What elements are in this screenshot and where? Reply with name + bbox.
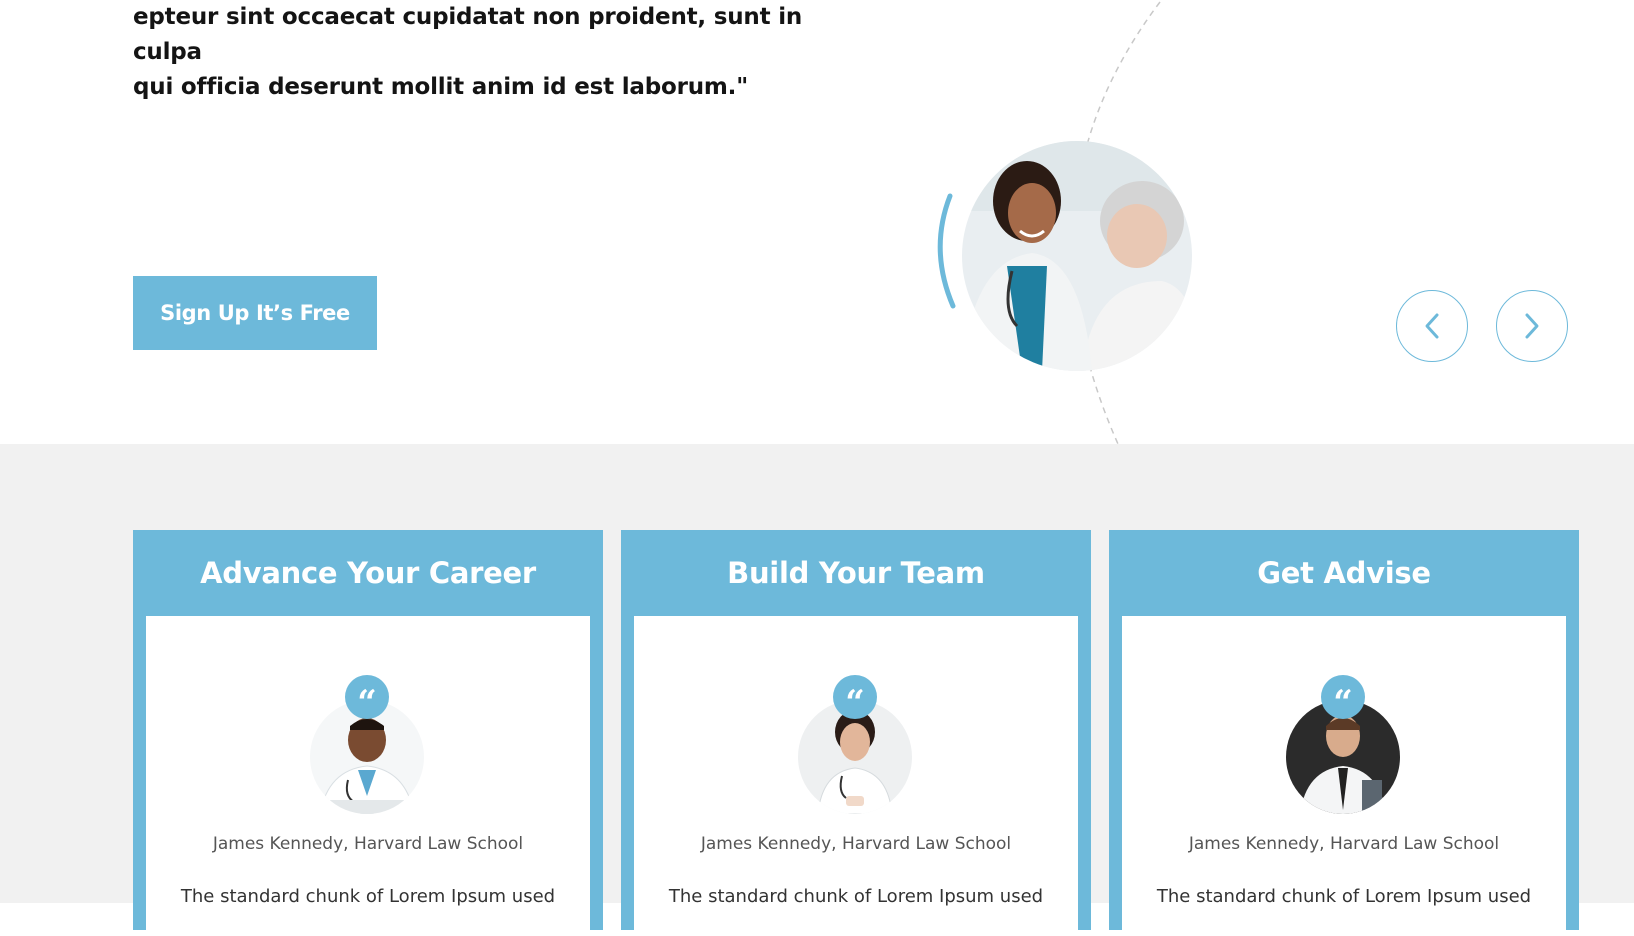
card-title: Build Your Team (727, 556, 985, 590)
quote-line-2: qui officia deserunt mollit anim id est … (133, 74, 749, 100)
next-button[interactable] (1496, 290, 1568, 362)
testimonial-quote: epteur sint occaecat cupidatat non proid… (133, 0, 853, 105)
prev-button[interactable] (1396, 290, 1468, 362)
author-name: James Kennedy, Harvard Law School (212, 834, 524, 854)
feature-card-build-team: Build Your Team “ James Kennedy, Harvard… (621, 530, 1091, 936)
feature-card-get-advise: Get Advise “ James Kennedy, Harvard Law … (1109, 530, 1579, 936)
card-title: Advance Your Career (200, 556, 536, 590)
card-body: “ James Kennedy, Harvard Law School The … (634, 616, 1078, 936)
card-title: Get Advise (1257, 556, 1431, 590)
card-excerpt: The standard chunk of Lorem Ipsum used (180, 886, 556, 907)
author-name: James Kennedy, Harvard Law School (700, 834, 1012, 854)
doctor-patient-photo (962, 141, 1192, 371)
accent-arc-icon (937, 193, 956, 309)
card-body: “ James Kennedy, Harvard Law School The … (1122, 616, 1566, 936)
chevron-left-icon (1425, 313, 1439, 339)
quote-icon: “ (1321, 675, 1365, 720)
quote-icon: “ (345, 675, 389, 720)
chevron-right-icon (1525, 313, 1539, 339)
feature-card-advance-career: Advance Your Career “ James Kennedy, Har… (133, 530, 603, 936)
hero-section: epteur sint occaecat cupidatat non proid… (0, 0, 1634, 444)
card-excerpt: The standard chunk of Lorem Ipsum used (1156, 886, 1532, 907)
author-name: James Kennedy, Harvard Law School (1188, 834, 1500, 854)
card-excerpt: The standard chunk of Lorem Ipsum used (668, 886, 1044, 907)
quote-line-1: epteur sint occaecat cupidatat non proid… (133, 4, 803, 65)
quote-icon: “ (833, 675, 877, 720)
signup-button[interactable]: Sign Up It’s Free (133, 276, 377, 350)
card-body: “ James Kennedy, Harvard Law School The … (146, 616, 590, 936)
